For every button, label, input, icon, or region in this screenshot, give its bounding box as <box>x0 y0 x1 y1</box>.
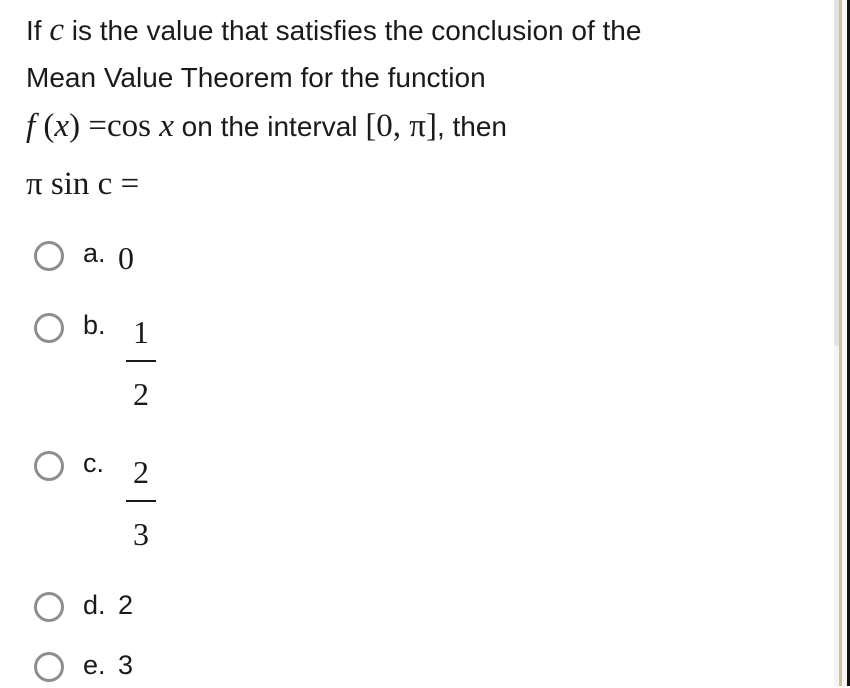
math-variable-x: x <box>54 108 70 144</box>
math-equals: = <box>88 108 107 144</box>
radio-button[interactable] <box>34 451 64 481</box>
fraction-bar <box>126 500 156 502</box>
option-letter: d. <box>83 590 106 620</box>
option-letter: e. <box>83 650 106 680</box>
question-text: If <box>26 15 50 46</box>
math-paren-open: ( <box>35 108 55 144</box>
option-letter: b. <box>83 310 106 340</box>
option-letter: c. <box>83 448 105 478</box>
radio-button[interactable] <box>34 241 64 271</box>
fraction-numerator: 1 <box>133 314 149 350</box>
option-fraction: 2 3 <box>126 456 156 550</box>
radio-button[interactable] <box>34 592 64 622</box>
fraction-denominator: 3 <box>133 516 149 552</box>
question-text-line-2: Mean Value Theorem for the function <box>26 62 486 93</box>
math-function-name: f <box>26 108 36 144</box>
question-text-line-3: f (x) =cos x on the interval [0, π], the… <box>26 110 507 143</box>
option-value: 3 <box>118 650 134 680</box>
fraction-numerator: 2 <box>133 454 149 490</box>
question-text-line-1: If c is the value that satisfies the con… <box>26 14 641 47</box>
radio-button[interactable] <box>34 313 64 343</box>
question-text: is the value that satisfies the conclusi… <box>64 15 642 46</box>
option-fraction: 1 2 <box>126 316 156 410</box>
math-interval: [0, π] <box>365 108 437 144</box>
radio-button[interactable] <box>34 652 64 682</box>
option-value: 2 <box>118 590 134 620</box>
question-expression: π sin c = <box>26 166 140 202</box>
math-paren-close: ) <box>69 108 89 144</box>
fraction-denominator: 2 <box>133 376 149 412</box>
math-variable-x: x <box>159 108 174 144</box>
option-value: 0 <box>118 240 134 276</box>
question-text: , then <box>436 111 508 142</box>
math-cos: cos <box>106 108 160 144</box>
question-text: on the interval <box>173 111 366 142</box>
math-variable-c: c <box>49 12 64 48</box>
option-letter: a. <box>83 238 106 268</box>
fraction-bar <box>126 360 156 362</box>
